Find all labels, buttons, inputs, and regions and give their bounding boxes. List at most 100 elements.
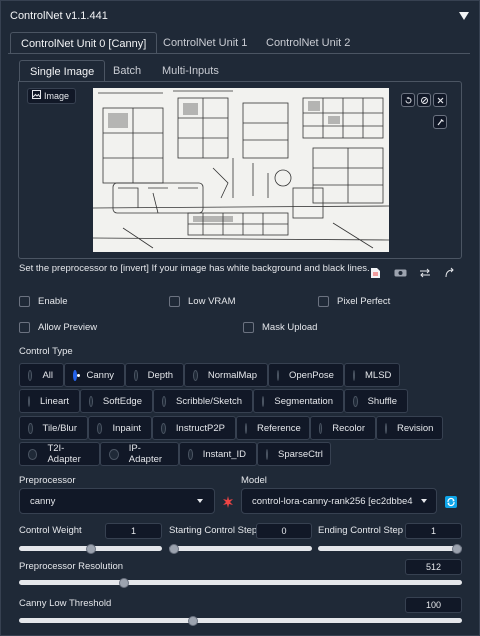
tab-divider <box>8 53 470 54</box>
radio-label: Shuffle <box>367 395 397 407</box>
radio-sparsectrl[interactable]: SparseCtrl <box>257 442 331 466</box>
close-icon[interactable] <box>433 93 447 107</box>
radio-softedge[interactable]: SoftEdge <box>80 389 153 413</box>
radio-label: T2I-Adapter <box>47 443 81 465</box>
model-dropdown[interactable]: control-lora-canny-rank256 [ec2dbbe4 <box>241 488 437 514</box>
model-value: control-lora-canny-rank256 [ec2dbbe4 <box>252 495 413 507</box>
radio-dot <box>193 369 198 381</box>
radio-t2i-adapter[interactable]: T2I-Adapter <box>19 442 100 466</box>
radio-dot <box>319 422 323 434</box>
radio-label: All <box>42 369 53 381</box>
radio-dot <box>28 448 38 460</box>
radio-dot <box>162 395 166 407</box>
radio-revision[interactable]: Revision <box>376 416 443 440</box>
tab-unit-0[interactable]: ControlNet Unit 0 [Canny] <box>10 32 158 54</box>
new-canvas-icon[interactable] <box>370 267 381 282</box>
run-preprocessor-icon[interactable] <box>222 496 234 511</box>
radio-tile-blur[interactable]: Tile/Blur <box>19 416 88 440</box>
radio-dot <box>245 422 247 434</box>
low-vram-checkbox[interactable]: Low VRAM <box>169 296 236 307</box>
tab-multi-inputs[interactable]: Multi-Inputs <box>152 60 229 82</box>
radio-all[interactable]: All <box>19 363 64 387</box>
radio-label: SparseCtrl <box>278 448 323 460</box>
preprocessor-resolution-slider-thumb[interactable] <box>118 577 129 588</box>
brush-icon[interactable] <box>433 115 447 129</box>
radio-instant-id[interactable]: Instant_ID <box>179 442 257 466</box>
tab-unit-2[interactable]: ControlNet Unit 2 <box>256 32 360 54</box>
radio-label: MLSD <box>365 369 392 381</box>
radio-dot-selected <box>73 369 80 381</box>
radio-inpaint[interactable]: Inpaint <box>88 416 152 440</box>
edit-icon[interactable] <box>417 93 431 107</box>
start-step-slider-track[interactable] <box>169 546 312 551</box>
image-label-badge: Image <box>27 88 77 104</box>
radio-label: Tile/Blur <box>42 422 78 434</box>
canny-low-threshold-input[interactable]: 100 <box>405 597 462 613</box>
radio-dot <box>28 369 33 381</box>
end-step-input[interactable]: 1 <box>405 523 462 539</box>
chevron-down-icon <box>196 496 204 507</box>
allow-preview-checkbox[interactable]: Allow Preview <box>19 322 97 333</box>
preprocessor-label: Preprocessor <box>19 475 76 486</box>
radio-dot <box>277 369 279 381</box>
end-step-label: Ending Control Step <box>318 525 404 536</box>
allow-preview-label: Allow Preview <box>38 322 98 333</box>
preprocessor-resolution-slider-track[interactable] <box>19 580 462 585</box>
uploaded-canny-preview <box>93 88 389 252</box>
radio-canny[interactable]: Canny <box>64 363 125 387</box>
enable-label: Enable <box>38 296 68 307</box>
webcam-icon[interactable] <box>394 268 407 281</box>
radio-normalmap[interactable]: NormalMap <box>184 363 268 387</box>
tab-unit-1[interactable]: ControlNet Unit 1 <box>153 32 257 54</box>
tab-single-image[interactable]: Single Image <box>19 60 106 82</box>
send-dimensions-icon[interactable] <box>444 267 456 282</box>
checkbox-box[interactable] <box>19 322 30 333</box>
radio-label: IP-Adapter <box>128 443 163 465</box>
radio-dot <box>353 369 355 381</box>
radio-label: Scribble/Sketch <box>175 395 242 407</box>
rotate-icon[interactable] <box>401 93 415 107</box>
checkbox-box[interactable] <box>19 296 30 307</box>
radio-dot <box>134 369 138 381</box>
refresh-models-icon[interactable] <box>445 496 457 508</box>
radio-scribble-sketch[interactable]: Scribble/Sketch <box>153 389 253 413</box>
control-weight-input[interactable]: 1 <box>105 523 162 539</box>
pixel-perfect-checkbox[interactable]: Pixel Perfect <box>318 296 390 307</box>
radio-mlsd[interactable]: MLSD <box>344 363 400 387</box>
panel-title: ControlNet v1.1.441 <box>10 10 108 22</box>
radio-depth[interactable]: Depth <box>125 363 184 387</box>
tab-batch[interactable]: Batch <box>103 60 151 82</box>
radio-recolor[interactable]: Recolor <box>310 416 376 440</box>
radio-label: OpenPose <box>289 369 334 381</box>
preprocessor-resolution-input[interactable]: 512 <box>405 559 462 575</box>
radio-segmentation[interactable]: Segmentation <box>253 389 344 413</box>
radio-reference[interactable]: Reference <box>236 416 310 440</box>
end-step-slider-track[interactable] <box>318 546 462 551</box>
radio-instructp2p[interactable]: InstructP2P <box>152 416 236 440</box>
collapse-triangle-icon[interactable] <box>458 10 470 22</box>
canny-low-threshold-slider-track[interactable] <box>19 618 462 623</box>
enable-checkbox[interactable]: Enable <box>19 296 68 307</box>
checkbox-box[interactable] <box>243 322 254 333</box>
preprocessor-dropdown[interactable]: canny <box>19 488 215 514</box>
radio-lineart[interactable]: Lineart <box>19 389 80 413</box>
radio-shuffle[interactable]: Shuffle <box>344 389 408 413</box>
radio-openpose[interactable]: OpenPose <box>268 363 344 387</box>
control-weight-slider-thumb[interactable] <box>85 543 96 554</box>
mask-upload-label: Mask Upload <box>262 322 318 333</box>
start-step-input[interactable]: 0 <box>256 523 312 539</box>
mask-upload-checkbox[interactable]: Mask Upload <box>243 322 317 333</box>
swap-icon[interactable] <box>419 268 431 281</box>
canny-low-threshold-slider-thumb[interactable] <box>187 615 198 626</box>
start-step-slider-thumb[interactable] <box>169 543 179 554</box>
checkbox-box[interactable] <box>318 296 329 307</box>
end-step-slider-thumb[interactable] <box>452 543 462 554</box>
model-label: Model <box>241 475 267 486</box>
radio-ip-adapter[interactable]: IP-Adapter <box>100 442 179 466</box>
radio-dot <box>262 395 265 407</box>
chevron-down-icon <box>420 496 428 507</box>
checkbox-box[interactable] <box>169 296 180 307</box>
radio-label: Depth <box>147 369 173 381</box>
radio-dot <box>97 422 103 434</box>
radio-dot <box>385 422 387 434</box>
